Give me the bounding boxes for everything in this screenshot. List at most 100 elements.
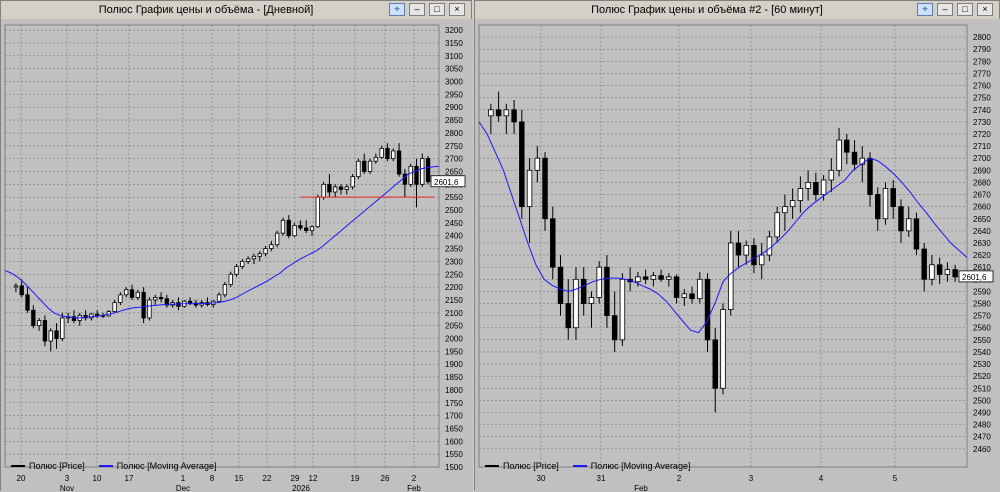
legend: Полюс [Price] Полюс [Moving Average] — [475, 456, 690, 476]
candle-body — [758, 254, 765, 266]
candle-body — [511, 109, 517, 123]
legend-item-ma: Полюс [Moving Average] — [98, 461, 217, 471]
y-tick-label: 2800 — [445, 129, 463, 138]
y-tick-label: 2400 — [445, 232, 463, 241]
candle-body — [269, 244, 274, 249]
candle-body — [124, 289, 129, 296]
candle-body — [573, 278, 579, 329]
close-button[interactable]: × — [977, 3, 993, 16]
pin-button[interactable]: ⌖ — [389, 3, 405, 16]
candle-body — [42, 320, 48, 342]
candle-body — [420, 158, 425, 185]
y-tick-label: 2490 — [973, 409, 991, 418]
candle-body — [936, 264, 943, 275]
y-tick-label: 2950 — [445, 90, 463, 99]
y-tick-label: 1550 — [445, 450, 463, 459]
candle-body — [367, 160, 373, 172]
maximize-button[interactable]: □ — [429, 3, 445, 16]
legend: Полюс [Price] Полюс [Moving Average] — [1, 456, 216, 476]
candle-body — [257, 253, 262, 257]
x-tick-label: 26 — [381, 474, 390, 483]
y-tick-label: 2200 — [445, 283, 463, 292]
candle-body — [280, 219, 286, 234]
x-tick-label: 5 — [893, 474, 898, 483]
candle-body — [557, 266, 564, 304]
y-tick-label: 2550 — [445, 193, 463, 202]
window-titlebar: Полюс График цены и объёма #2 - [60 мину… — [475, 1, 999, 20]
candle-body — [689, 293, 695, 300]
candle-body — [129, 289, 135, 298]
candle-body — [704, 278, 711, 341]
candle-body — [712, 339, 718, 389]
candle-body — [596, 266, 602, 298]
y-tick-label: 2660 — [973, 203, 991, 212]
candle-body — [95, 313, 100, 316]
candle-body — [298, 225, 303, 229]
candle-body — [414, 165, 419, 185]
candle-body — [48, 330, 53, 342]
maximize-button[interactable]: □ — [957, 3, 973, 16]
y-tick-label: 1950 — [445, 347, 463, 356]
x-tick-label: 12 — [309, 474, 318, 483]
candle-body — [867, 157, 873, 195]
candle-body — [619, 278, 626, 341]
candle-body — [333, 186, 338, 193]
y-tick-label: 2690 — [973, 166, 991, 175]
chart-svg[interactable]: 1500 1550 1600 1650 1700 1750 1800 1850 1900 1950… — [1, 19, 473, 492]
plot-area[interactable]: 2460 2470 2480 2490 2500 2510 2520 2530 2540 2550… — [475, 19, 1000, 492]
candle-body — [898, 206, 904, 232]
y-tick-label: 2900 — [445, 103, 463, 112]
y-tick-label: 2100 — [445, 309, 463, 318]
y-tick-label: 2770 — [973, 69, 991, 78]
candle-body — [805, 182, 811, 189]
x-tick-label: 3 — [749, 474, 754, 483]
candle-body — [118, 294, 123, 303]
candle-body — [251, 255, 257, 260]
minimize-button[interactable]: – — [937, 3, 953, 16]
chart-svg[interactable]: 2460 2470 2480 2490 2500 2510 2520 2530 2540 2550… — [475, 19, 1000, 492]
candle-body — [396, 150, 402, 175]
candle-body — [875, 194, 881, 220]
candle-body — [222, 284, 228, 296]
y-tick-label: 2790 — [973, 45, 991, 54]
y-tick-label: 1600 — [445, 437, 463, 446]
y-tick-label: 2710 — [973, 142, 991, 151]
y-tick-label: 2640 — [973, 227, 991, 236]
y-tick-label: 1800 — [445, 386, 463, 395]
y-tick-label: 2720 — [973, 130, 991, 139]
candle-body — [147, 299, 152, 319]
candle-body — [344, 186, 349, 190]
candle-body — [890, 188, 896, 208]
price-label: 2601,6 — [962, 273, 987, 282]
y-tick-label: 2730 — [973, 118, 991, 127]
pin-button[interactable]: ⌖ — [917, 3, 933, 16]
candle-body — [836, 139, 842, 171]
candle-body — [425, 158, 431, 183]
y-tick-label: 2700 — [973, 154, 991, 163]
y-tick-label: 2780 — [973, 57, 991, 66]
y-tick-label: 2750 — [445, 142, 463, 151]
y-tick-label: 1700 — [445, 412, 463, 421]
candle-body — [362, 160, 367, 172]
candle-body — [158, 296, 164, 300]
candle-body — [385, 147, 390, 160]
plot-area[interactable]: 1500 1550 1600 1650 1700 1750 1800 1850 1900 1950… — [1, 19, 473, 492]
candle-body — [356, 160, 361, 178]
candle-body — [321, 183, 326, 198]
candle-body — [820, 179, 827, 195]
y-tick-label: 2460 — [973, 445, 991, 454]
candle-body — [666, 276, 672, 280]
legend-item-ma: Полюс [Moving Average] — [572, 461, 690, 471]
candle-body — [315, 196, 320, 228]
close-button[interactable]: × — [449, 3, 465, 16]
y-tick-label: 2510 — [973, 384, 991, 393]
legend-swatch-icon — [572, 465, 587, 467]
candle-body — [240, 261, 245, 267]
y-tick-label: 1500 — [445, 463, 463, 472]
candle-body — [913, 218, 920, 250]
y-tick-label: 2050 — [445, 322, 463, 331]
candle-body — [19, 285, 24, 296]
y-tick-label: 2560 — [973, 324, 991, 333]
minimize-button[interactable]: – — [409, 3, 425, 16]
legend-label: Полюс [Moving Average] — [116, 461, 217, 471]
